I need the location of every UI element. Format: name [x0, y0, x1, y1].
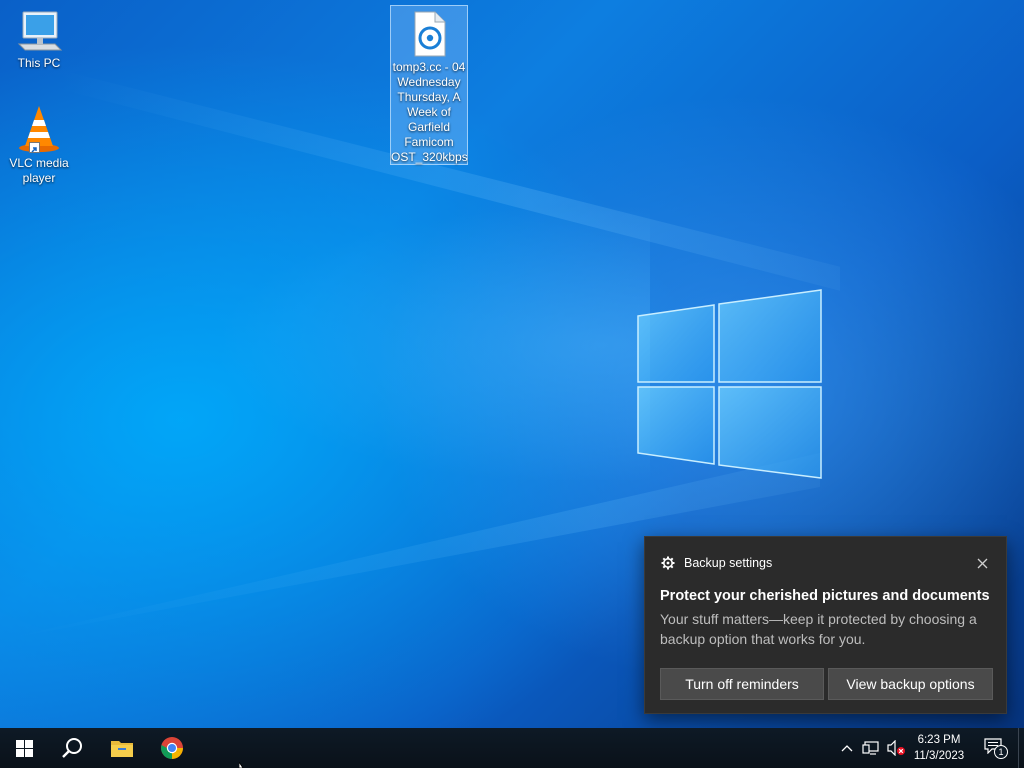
taskbar: 6:23 PM 11/3/2023 1	[0, 728, 1024, 768]
audio-file-icon	[414, 11, 446, 57]
desktop-icon-audio-file[interactable]: tomp3.cc - 04 Wednesday Thursday, A Week…	[390, 5, 468, 165]
search-button[interactable]	[48, 728, 96, 768]
action-center-button[interactable]: 1	[978, 728, 1012, 768]
desktop-icon-this-pc[interactable]: This PC	[0, 8, 78, 71]
chrome-button[interactable]	[148, 728, 196, 768]
volume-muted-icon	[887, 740, 905, 756]
close-button[interactable]	[970, 551, 994, 575]
file-explorer-button[interactable]	[98, 728, 146, 768]
network-icon	[862, 741, 879, 755]
show-desktop-button[interactable]	[1018, 728, 1024, 768]
desktop-icon-vlc[interactable]: VLC media player	[0, 104, 78, 186]
start-button[interactable]	[0, 728, 48, 768]
search-icon	[62, 738, 82, 758]
desktop-icon-label: VLC media player	[9, 156, 69, 185]
network-button[interactable]	[860, 728, 882, 768]
desktop-icon-label: This PC	[17, 56, 61, 70]
mouse-cursor-icon	[239, 762, 244, 768]
file-explorer-icon	[111, 741, 133, 757]
toast-app-name: Backup settings	[684, 556, 773, 570]
backup-notification-toast[interactable]: Backup settings Protect your cherished p…	[644, 536, 1007, 714]
toast-title: Protect your cherished pictures and docu…	[660, 588, 990, 604]
clock-time: 6:23 PM	[917, 734, 961, 746]
light-glow	[150, 180, 650, 480]
clock[interactable]: 6:23 PM 11/3/2023	[904, 732, 974, 764]
chrome-icon	[161, 737, 183, 759]
desktop[interactable]: This PC VLC media player tomp3.cc - 04 W…	[0, 0, 1024, 728]
gear-icon	[661, 556, 675, 570]
toast-header: Backup settings	[661, 555, 772, 571]
toast-body: Your stuff matters—keep it protected by …	[660, 611, 977, 647]
close-icon	[977, 558, 987, 568]
view-backup-options-button[interactable]: View backup options	[828, 668, 993, 700]
clock-date: 11/3/2023	[913, 750, 965, 762]
windows-wallpaper-logo	[637, 289, 822, 479]
desktop-icon-label: tomp3.cc - 04 Wednesday Thursday, A Week…	[391, 60, 468, 164]
turn-off-reminders-button[interactable]: Turn off reminders	[660, 668, 824, 700]
show-hidden-icons-button[interactable]	[838, 728, 856, 768]
notification-count-badge: 1	[994, 745, 1008, 759]
windows-start-icon	[15, 739, 33, 757]
chevron-up-icon	[841, 745, 853, 752]
shortcut-arrow-icon	[29, 142, 40, 153]
this-pc-icon	[17, 11, 63, 51]
